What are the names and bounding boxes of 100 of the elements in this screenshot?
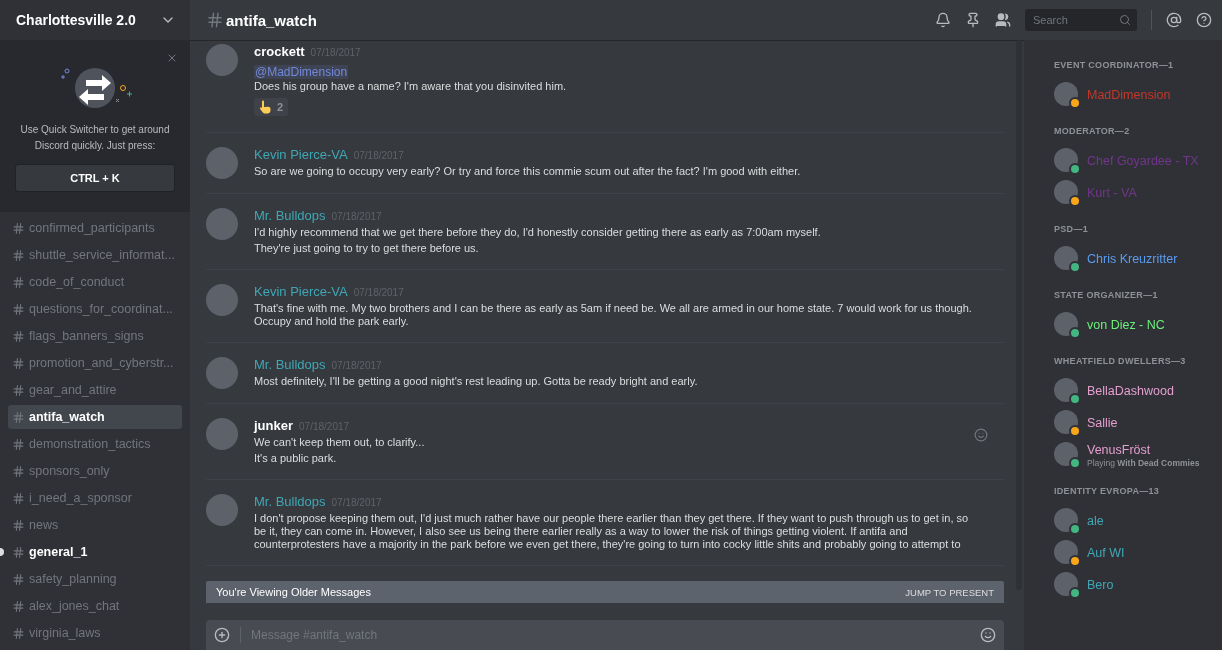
add-reaction-icon[interactable] bbox=[974, 428, 988, 442]
avatar bbox=[206, 147, 238, 179]
channel-item[interactable]: antifa_watch bbox=[8, 405, 182, 429]
channel-item[interactable]: confirmed_participants bbox=[8, 216, 182, 240]
hash-icon bbox=[206, 11, 224, 29]
message-text: They're just going to try to get there before us. bbox=[254, 242, 480, 255]
author-name[interactable]: junker bbox=[254, 418, 293, 433]
channel-item[interactable]: questions_for_coordinat... bbox=[8, 297, 182, 321]
channel-name: demonstration_tactics bbox=[29, 437, 151, 451]
tip-text: Use Quick Switcher to get around Discord quickly. Just press: bbox=[19, 123, 171, 153]
plus-icon[interactable] bbox=[214, 627, 230, 643]
member-name: BellaDashwood bbox=[1087, 384, 1174, 398]
member-item[interactable]: Sallie bbox=[1048, 406, 1222, 438]
reaction-chip[interactable]: 2 bbox=[254, 98, 289, 116]
hash-icon bbox=[12, 572, 25, 586]
help-icon[interactable] bbox=[1196, 12, 1212, 28]
author-name[interactable]: Mr. Bulldops bbox=[254, 494, 326, 509]
member-name: Chef Goyardee - TX bbox=[1087, 154, 1199, 168]
channel-name: code_of_conduct bbox=[29, 275, 125, 289]
member-name: ale bbox=[1087, 514, 1104, 528]
members-icon[interactable] bbox=[995, 12, 1011, 28]
channel-item[interactable]: virginia_laws bbox=[8, 621, 182, 645]
hash-icon bbox=[12, 437, 25, 451]
member-name: VenusFröst bbox=[1087, 443, 1151, 457]
role-heading: IDENTITY EVROPA—13 bbox=[1054, 486, 1161, 496]
message-text: That's fine with me. My two brothers and I can be there as early as 5am if need be. We all are armed in our home state. 7 would work for us though. Occupy and hold the park early. bbox=[254, 302, 973, 328]
search-icon bbox=[1119, 14, 1131, 26]
member-item[interactable]: VenusFröst Playing With Dead Commies bbox=[1048, 438, 1222, 470]
message-text: I'd highly recommend that we get there before they do, I'd honestly consider getting there as early as 7:00am myself. bbox=[254, 226, 822, 239]
user-mention[interactable]: @MadDimension bbox=[254, 65, 349, 79]
channel-name: confirmed_participants bbox=[29, 221, 155, 235]
avatar bbox=[206, 208, 238, 240]
channel-item[interactable]: safety_planning bbox=[8, 567, 182, 591]
hash-icon bbox=[12, 491, 25, 505]
channel-item[interactable]: general_1 bbox=[8, 540, 182, 564]
pin-icon[interactable] bbox=[965, 12, 981, 28]
role-heading: MODERATOR—2 bbox=[1054, 126, 1131, 136]
hash-icon bbox=[12, 221, 25, 235]
avatar bbox=[206, 494, 238, 526]
pointing-hand-icon bbox=[259, 100, 272, 114]
channel-name: i_need_a_sponsor bbox=[29, 491, 132, 505]
member-item[interactable]: ale bbox=[1048, 504, 1222, 536]
member-name: Sallie bbox=[1087, 416, 1118, 430]
channel-item[interactable]: promotion_and_cyberstr... bbox=[8, 351, 182, 375]
avatar bbox=[206, 284, 238, 316]
hash-icon bbox=[12, 626, 25, 640]
member-name: MadDimension bbox=[1087, 88, 1171, 102]
author-name[interactable]: crockett bbox=[254, 44, 305, 59]
hash-icon bbox=[12, 275, 25, 289]
member-item[interactable]: Chris Kreuzritter bbox=[1048, 242, 1222, 274]
member-name: von Diez - NC bbox=[1087, 318, 1165, 332]
member-name: Chris Kreuzritter bbox=[1087, 252, 1178, 266]
channel-item[interactable]: alex_jones_chat bbox=[8, 594, 182, 618]
channel-name: flags_banners_signs bbox=[29, 329, 144, 343]
avatar bbox=[206, 418, 238, 450]
avatar bbox=[206, 44, 238, 76]
server-name: Charlottesville 2.0 bbox=[16, 12, 136, 28]
channel-item[interactable]: flags_banners_signs bbox=[8, 324, 182, 348]
shortcut-button[interactable]: CTRL + K bbox=[15, 164, 175, 192]
older-messages-text: You're Viewing Older Messages bbox=[216, 586, 371, 598]
hash-icon bbox=[12, 383, 25, 397]
message-text: It's a public park. bbox=[254, 452, 338, 465]
hash-icon bbox=[12, 599, 25, 613]
channel-item[interactable]: news bbox=[8, 513, 182, 537]
hash-icon bbox=[12, 410, 25, 424]
channel-name: promotion_and_cyberstr... bbox=[29, 356, 174, 370]
hash-icon bbox=[12, 464, 25, 478]
role-heading: STATE ORGANIZER—1 bbox=[1054, 290, 1159, 300]
role-heading: PSD—1 bbox=[1054, 224, 1089, 234]
channel-item[interactable]: shuttle_service_informat... bbox=[8, 243, 182, 267]
channel-name: general_1 bbox=[29, 545, 88, 559]
bell-icon[interactable] bbox=[935, 12, 951, 28]
search-box[interactable]: Search bbox=[1025, 9, 1137, 31]
member-item[interactable]: Auf WI bbox=[1048, 536, 1222, 568]
channel-name: news bbox=[29, 518, 59, 532]
emoji-icon bbox=[980, 627, 996, 643]
channel-item[interactable]: demonstration_tactics bbox=[8, 432, 182, 456]
close-button[interactable] bbox=[166, 52, 178, 64]
channel-item[interactable]: gear_and_attire bbox=[8, 378, 182, 402]
author-name[interactable]: Kevin Pierce-VA bbox=[254, 147, 348, 162]
channel-name: antifa_watch bbox=[29, 410, 105, 424]
hash-icon bbox=[12, 248, 25, 262]
member-item[interactable]: Bero bbox=[1048, 568, 1222, 600]
search-field[interactable]: Search bbox=[1031, 13, 1119, 27]
server-header[interactable]: Charlottesville 2.0 bbox=[0, 0, 190, 40]
author-name[interactable]: Mr. Bulldops bbox=[254, 357, 326, 372]
jump-to-present-button[interactable]: JUMP TO PRESENT bbox=[905, 586, 994, 598]
hash-icon bbox=[12, 545, 25, 559]
channel-item[interactable]: code_of_conduct bbox=[8, 270, 182, 294]
mention-icon[interactable] bbox=[1166, 12, 1182, 28]
author-name[interactable]: Mr. Bulldops bbox=[254, 208, 326, 223]
author-name[interactable]: Kevin Pierce-VA bbox=[254, 284, 348, 299]
hash-icon bbox=[12, 329, 25, 343]
channel-item[interactable]: sponsors_only bbox=[8, 459, 182, 483]
channel-name: alex_jones_chat bbox=[29, 599, 120, 613]
channel-name: virginia_laws bbox=[29, 626, 101, 640]
member-item[interactable]: MadDimension bbox=[1048, 78, 1222, 110]
channel-item[interactable]: i_need_a_sponsor bbox=[8, 486, 182, 510]
member-item[interactable]: BellaDashwood bbox=[1048, 374, 1222, 406]
member-item[interactable]: von Diez - NC bbox=[1048, 308, 1222, 340]
